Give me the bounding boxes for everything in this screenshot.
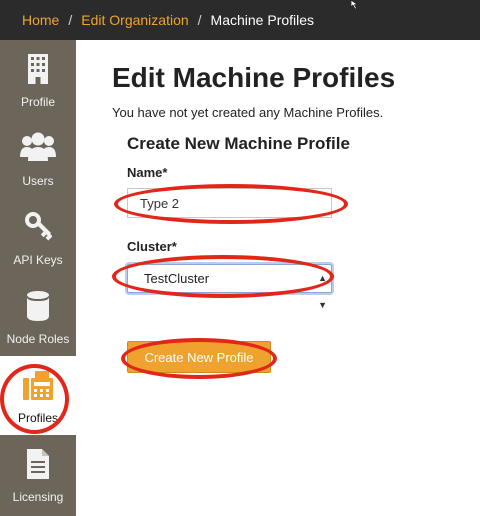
key-icon: [25, 212, 52, 241]
breadcrumb-current: Machine Profiles: [210, 12, 315, 28]
cluster-select[interactable]: TestCluster ▲ ▼: [127, 264, 332, 310]
sidebar-item-profile[interactable]: Profile: [0, 40, 76, 119]
document-icon: [27, 449, 49, 479]
main-content: Edit Machine Profiles You have not yet c…: [76, 40, 480, 516]
sidebar-item-label: Node Roles: [6, 332, 70, 346]
sidebar-item-label: Profiles: [17, 411, 58, 425]
sidebar-item-label: Users: [22, 174, 54, 188]
cluster-selected-value: TestCluster: [144, 271, 210, 286]
sidebar: Profile Users API Keys Node Roles Profil…: [0, 40, 76, 516]
name-field-label: Name*: [127, 165, 168, 180]
sidebar-item-label: API Keys: [13, 253, 63, 267]
building-icon: [28, 54, 48, 84]
fax-icon: [23, 371, 53, 400]
breadcrumb-separator: /: [197, 12, 202, 28]
sidebar-item-node-roles[interactable]: Node Roles: [0, 277, 76, 356]
sidebar-item-label: Profile: [20, 95, 55, 109]
empty-state-message: You have not yet created any Machine Pro…: [112, 105, 384, 120]
form-section-title: Create New Machine Profile: [127, 134, 350, 153]
breadcrumb-separator: /: [68, 12, 73, 28]
create-new-profile-button[interactable]: Create New Profile: [127, 341, 271, 373]
sidebar-item-licensing[interactable]: Licensing: [0, 435, 76, 514]
sidebar-item-api-keys[interactable]: API Keys: [0, 198, 76, 277]
users-icon: [20, 132, 56, 161]
breadcrumb-home-link[interactable]: Home: [22, 12, 59, 28]
breadcrumb: Home / Edit Organization / Machine Profi…: [0, 0, 480, 40]
sidebar-item-label: Licensing: [12, 490, 64, 504]
sidebar-item-users[interactable]: Users: [0, 119, 76, 198]
select-arrows-icon: ▲ ▼: [318, 273, 327, 310]
mouse-cursor-icon: [350, 0, 359, 10]
breadcrumb-edit-organization-link[interactable]: Edit Organization: [81, 12, 188, 28]
sidebar-item-profiles[interactable]: Profiles: [0, 356, 76, 435]
cluster-field-label: Cluster*: [127, 239, 177, 254]
database-icon: [27, 291, 49, 321]
page-title: Edit Machine Profiles: [112, 62, 396, 93]
name-input[interactable]: [127, 188, 332, 218]
